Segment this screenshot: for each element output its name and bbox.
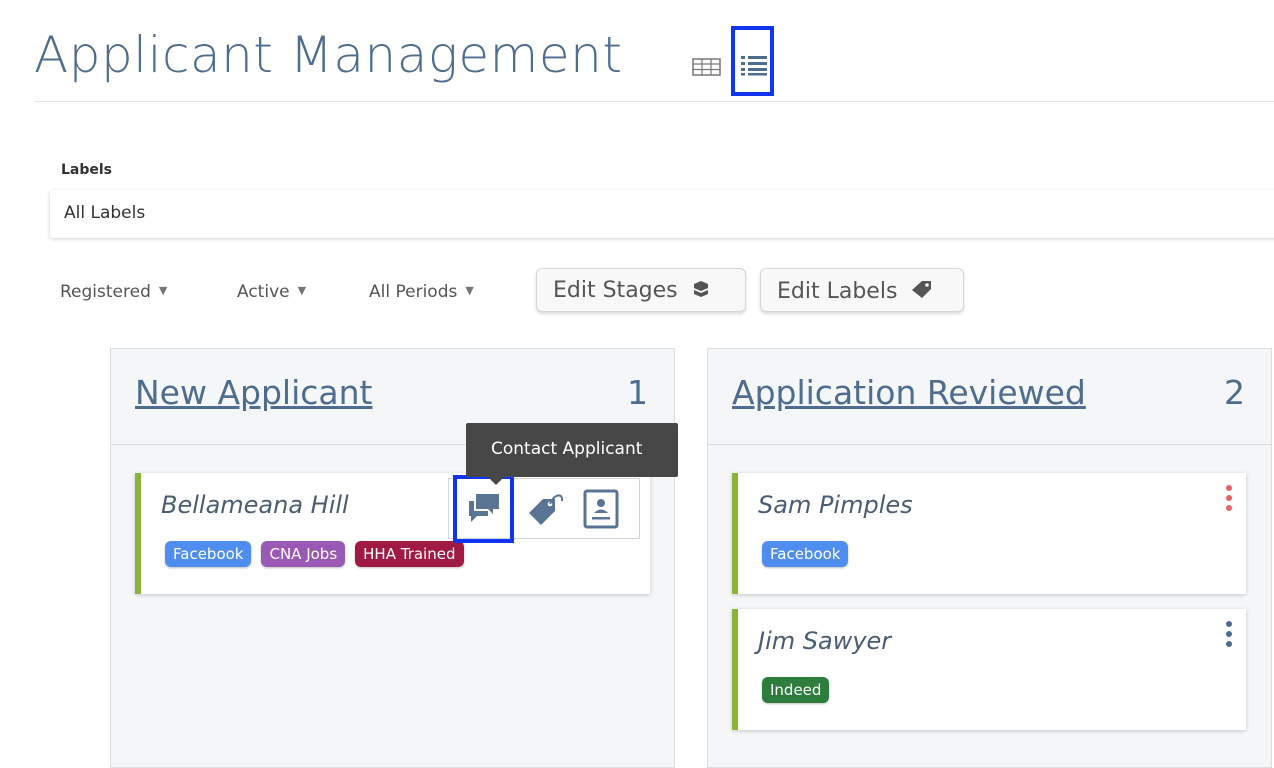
applicant-name[interactable]: Sam Pimples: [758, 491, 913, 519]
edit-labels-label: Edit Labels: [777, 279, 898, 304]
caret-down-icon: ▼: [158, 284, 168, 297]
status-filter-label: Active: [237, 282, 290, 302]
labels-select[interactable]: All Labels: [50, 190, 1274, 238]
applicant-name[interactable]: Bellameana Hill: [161, 491, 349, 519]
page-title: Applicant Management: [34, 26, 623, 84]
label-badge: Facebook: [762, 541, 849, 567]
tag-icon[interactable]: [525, 489, 565, 533]
label-badge: CNA Jobs: [261, 541, 346, 567]
label-list: Facebook: [762, 541, 858, 567]
label-badge: HHA Trained: [355, 541, 464, 567]
column-title-link[interactable]: Application Reviewed: [732, 373, 1086, 412]
more-options-icon[interactable]: [1224, 621, 1234, 653]
applicant-name[interactable]: Jim Sawyer: [758, 627, 891, 655]
applicant-card[interactable]: Jim Sawyer Indeed: [732, 609, 1246, 730]
tag-icon: [912, 281, 932, 298]
stage-column-new-applicant: New Applicant 1 Bellameana Hill Facebook…: [110, 348, 675, 768]
title-divider: [34, 101, 1274, 102]
column-header: Application Reviewed 2: [708, 349, 1271, 445]
applicant-card[interactable]: Sam Pimples Facebook: [732, 473, 1246, 594]
stages-icon: [693, 281, 708, 297]
list-view-button[interactable]: [731, 26, 774, 96]
label-badge: Facebook: [165, 541, 252, 567]
period-filter-label: All Periods: [369, 282, 458, 302]
registration-filter-label: Registered: [60, 282, 151, 302]
column-title-link[interactable]: New Applicant: [135, 373, 373, 412]
caret-down-icon: ▼: [465, 284, 474, 297]
edit-stages-label: Edit Stages: [553, 278, 678, 303]
contact-chat-icon: [469, 494, 499, 522]
status-filter[interactable]: Active ▼: [237, 282, 306, 302]
period-filter[interactable]: All Periods ▼: [369, 282, 474, 302]
contact-applicant-tooltip: Contact Applicant: [466, 423, 678, 485]
label-list: Indeed: [762, 677, 839, 703]
edit-labels-button[interactable]: Edit Labels: [760, 268, 964, 312]
stage-column-application-reviewed: Application Reviewed 2 Sam Pimples Faceb…: [707, 348, 1272, 768]
more-options-icon[interactable]: [1224, 485, 1234, 517]
list-view-icon: [741, 56, 767, 76]
table-view-icon[interactable]: [692, 55, 722, 79]
caret-down-icon: ▼: [297, 284, 307, 297]
profile-card-icon[interactable]: [583, 489, 619, 533]
label-badge: Indeed: [762, 677, 830, 703]
edit-stages-button[interactable]: Edit Stages: [536, 268, 746, 312]
contact-applicant-button[interactable]: [453, 475, 514, 543]
registration-filter[interactable]: Registered ▼: [60, 282, 167, 302]
column-count: 2: [1224, 373, 1245, 412]
labels-caption: Labels: [61, 162, 113, 178]
column-count: 1: [627, 373, 648, 412]
label-list: Facebook CNA Jobs HHA Trained: [165, 541, 474, 567]
